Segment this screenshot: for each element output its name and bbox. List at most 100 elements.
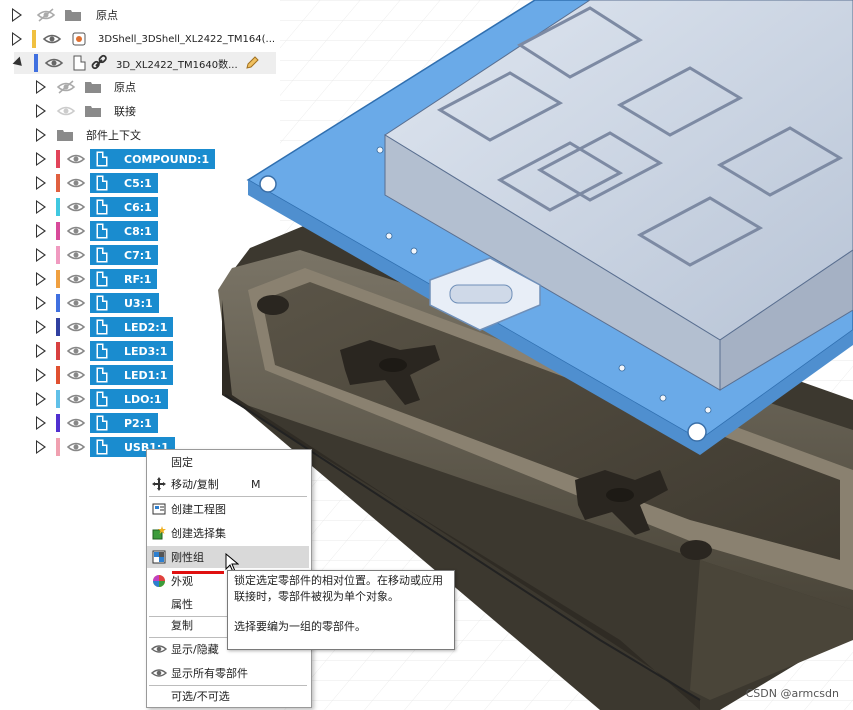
edit-pencil-icon[interactable] [244, 55, 260, 71]
menu-item-show-all-components[interactable]: 显示所有零部件 [147, 662, 309, 684]
tree-row-component[interactable]: LED2:1 [36, 316, 174, 338]
eye-icon[interactable] [66, 224, 86, 238]
component-icon [96, 223, 108, 239]
expand-arrow-icon[interactable] [36, 152, 46, 166]
folder-icon [65, 10, 81, 21]
menu-item-selectable-toggle[interactable]: 可选/不可选 [147, 685, 309, 707]
eye-icon[interactable] [66, 200, 86, 214]
expand-arrow-icon[interactable] [36, 176, 46, 190]
expand-arrow-icon[interactable] [36, 320, 46, 334]
eye-icon[interactable] [66, 176, 86, 190]
expand-arrow-icon[interactable] [36, 344, 46, 358]
component-label: C6:1 [124, 200, 152, 214]
expand-arrow-icon[interactable] [12, 8, 22, 22]
color-bar [32, 30, 36, 48]
component-icon [96, 175, 108, 191]
tree-row-component[interactable]: U3:1 [36, 292, 159, 314]
tree-row-component[interactable]: C6:1 [36, 196, 158, 218]
selected-component[interactable]: C7:1 [90, 245, 158, 265]
tree-label: 部件上下文 [86, 129, 141, 142]
component-icon [73, 55, 86, 71]
expand-arrow-icon[interactable] [36, 200, 46, 214]
link-icon [91, 54, 107, 70]
eye-icon[interactable] [66, 272, 86, 286]
expand-arrow-icon[interactable] [36, 224, 46, 238]
expand-arrow-icon[interactable] [36, 128, 46, 142]
tree-row-3dshell[interactable]: 3DShell_3DShell_XL2422_TM164(... [12, 28, 275, 50]
tree-row-component[interactable]: LED1:1 [36, 364, 174, 386]
menu-item-ground[interactable]: 固定 [147, 451, 309, 473]
menu-item-move-copy[interactable]: 移动/复制 M [147, 473, 309, 495]
component-icon [96, 391, 108, 407]
selected-component[interactable]: C6:1 [90, 197, 158, 217]
eye-hidden-icon[interactable] [36, 8, 56, 22]
menu-item-create-drawing[interactable]: 创建工程图 [147, 498, 309, 520]
eye-icon[interactable] [66, 416, 86, 430]
expand-arrow-icon[interactable] [36, 296, 46, 310]
tree-label: 3DShell_3DShell_XL2422_TM164(... [98, 33, 276, 45]
tree-row-component[interactable]: C8:1 [36, 220, 158, 242]
tooltip-hint: 选择要编为一组的零部件。 [234, 620, 366, 633]
component-icon [96, 271, 108, 287]
selected-component[interactable]: LED3:1 [90, 341, 174, 361]
eye-icon[interactable] [66, 392, 86, 406]
color-bar [56, 174, 60, 192]
selected-component[interactable]: C8:1 [90, 221, 158, 241]
tree-label: 原点 [96, 9, 118, 22]
eye-icon[interactable] [66, 440, 86, 454]
selected-component[interactable]: COMPOUND:1 [90, 149, 216, 169]
expand-arrow-icon[interactable] [36, 416, 46, 430]
eye-icon[interactable] [44, 56, 64, 70]
selection-set-icon [151, 525, 167, 541]
menu-item-create-selection-set[interactable]: 创建选择集 [147, 522, 309, 544]
eye-icon[interactable] [66, 344, 86, 358]
collapse-arrow-icon[interactable] [12, 56, 26, 70]
tree-row-component[interactable]: COMPOUND:1 [36, 148, 216, 170]
component-icon [96, 439, 108, 455]
selected-component[interactable]: LDO:1 [90, 389, 168, 409]
appearance-icon [151, 573, 167, 589]
tree-row-3d-xl2422[interactable]: 3D_XL2422_TM1640数... [12, 52, 276, 74]
eye-icon[interactable] [66, 320, 86, 334]
tree-row-origin-top[interactable]: 原点 [12, 4, 118, 26]
eye-icon[interactable] [66, 368, 86, 382]
expand-arrow-icon[interactable] [36, 248, 46, 262]
folder-icon [85, 106, 101, 117]
component-label: RF:1 [124, 272, 152, 286]
expand-arrow-icon[interactable] [36, 368, 46, 382]
tree-row-joints[interactable]: 联接 [36, 100, 136, 122]
expand-arrow-icon[interactable] [36, 392, 46, 406]
expand-arrow-icon[interactable] [36, 440, 46, 454]
expand-arrow-icon[interactable] [36, 80, 46, 94]
tree-label: 原点 [114, 81, 136, 94]
selected-component[interactable]: RF:1 [90, 269, 158, 289]
expand-arrow-icon[interactable] [36, 272, 46, 286]
selected-component[interactable]: LED1:1 [90, 365, 174, 385]
eye-icon[interactable] [66, 296, 86, 310]
component-label: LED1:1 [124, 368, 168, 382]
rigid-group-icon [151, 549, 167, 565]
menu-shortcut: M [251, 477, 261, 491]
expand-arrow-icon[interactable] [36, 104, 46, 118]
tree-row-component[interactable]: C7:1 [36, 244, 158, 266]
expand-arrow-icon[interactable] [12, 32, 22, 46]
tree-row-component[interactable]: C5:1 [36, 172, 158, 194]
eye-icon[interactable] [56, 104, 76, 118]
eye-icon[interactable] [42, 32, 62, 46]
tree-row-origin[interactable]: 原点 [36, 76, 136, 98]
selected-component[interactable]: U3:1 [90, 293, 159, 313]
eye-icon[interactable] [66, 152, 86, 166]
selected-component[interactable]: P2:1 [90, 413, 158, 433]
tree-label: 联接 [114, 105, 136, 118]
tree-row-component[interactable]: LDO:1 [36, 388, 168, 410]
tree-row-component[interactable]: LED3:1 [36, 340, 174, 362]
eye-icon[interactable] [66, 248, 86, 262]
eye-hidden-icon[interactable] [56, 80, 76, 94]
selected-component[interactable]: C5:1 [90, 173, 158, 193]
tree-row-component[interactable]: RF:1 [36, 268, 158, 290]
selected-component[interactable]: LED2:1 [90, 317, 174, 337]
menu-label: 创建工程图 [171, 503, 226, 516]
tree-row-component[interactable]: P2:1 [36, 412, 158, 434]
color-bar [56, 318, 60, 336]
tree-row-assembly-context[interactable]: 部件上下文 [36, 124, 141, 146]
